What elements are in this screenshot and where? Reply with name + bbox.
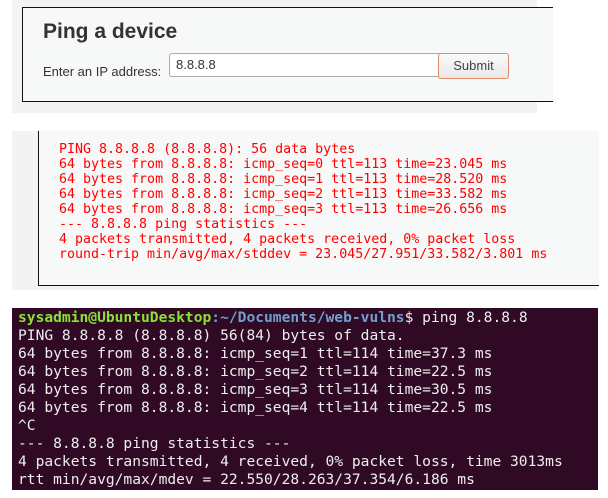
terminal-output: sysadmin@UbuntuDesktop:~/Documents/web-v… [18, 309, 563, 489]
terminal-line: --- 8.8.8.8 ping statistics --- [18, 435, 291, 452]
terminal-line: ^C [18, 417, 36, 434]
ping-form: Ping a device Enter an IP address: 8.8.8… [22, 7, 553, 102]
ip-address-input[interactable]: 8.8.8.8 [169, 53, 447, 77]
terminal-line: PING 8.8.8.8 (8.8.8.8) 56(84) bytes of d… [18, 327, 405, 344]
terminal-line: 64 bytes from 8.8.8.8: icmp_seq=4 ttl=11… [18, 399, 493, 416]
terminal-window[interactable]: sysadmin@UbuntuDesktop:~/Documents/web-v… [12, 308, 598, 490]
terminal-line: 64 bytes from 8.8.8.8: icmp_seq=3 ttl=11… [18, 381, 493, 398]
output-line: 64 bytes from 8.8.8.8: icmp_seq=2 ttl=11… [59, 187, 508, 202]
terminal-line: 64 bytes from 8.8.8.8: icmp_seq=1 ttl=11… [18, 345, 493, 362]
output-line: 4 packets transmitted, 4 packets receive… [59, 232, 516, 247]
ip-label: Enter an IP address: [43, 64, 162, 79]
prompt-user-host: sysadmin@UbuntuDesktop [18, 309, 212, 326]
terminal-line: 64 bytes from 8.8.8.8: icmp_seq=2 ttl=11… [18, 363, 493, 380]
output-line: --- 8.8.8.8 ping statistics --- [59, 217, 308, 232]
prompt-command: $ ping 8.8.8.8 [404, 309, 528, 326]
output-line: round-trip min/avg/max/stddev = 23.045/2… [59, 247, 548, 262]
output-line: 64 bytes from 8.8.8.8: icmp_seq=0 ttl=11… [59, 157, 508, 172]
page-title: Ping a device [43, 20, 178, 43]
prompt-path: :~/Documents/web-vulns [211, 309, 405, 326]
terminal-line: 4 packets transmitted, 4 received, 0% pa… [18, 453, 563, 470]
output-line: 64 bytes from 8.8.8.8: icmp_seq=1 ttl=11… [59, 172, 508, 187]
ping-output: PING 8.8.8.8 (8.8.8.8): 56 data bytes 64… [59, 142, 547, 262]
output-line: 64 bytes from 8.8.8.8: icmp_seq=3 ttl=11… [59, 202, 508, 217]
web-output-panel: PING 8.8.8.8 (8.8.8.8): 56 data bytes 64… [12, 131, 599, 290]
ping-form-panel: Ping a device Enter an IP address: 8.8.8… [12, 0, 553, 113]
output-line: PING 8.8.8.8 (8.8.8.8): 56 data bytes [59, 142, 356, 157]
submit-button[interactable]: Submit [438, 53, 509, 79]
terminal-line: rtt min/avg/max/mdev = 22.550/28.263/37.… [18, 471, 475, 488]
ping-output-box: PING 8.8.8.8 (8.8.8.8): 56 data bytes 64… [38, 131, 599, 286]
